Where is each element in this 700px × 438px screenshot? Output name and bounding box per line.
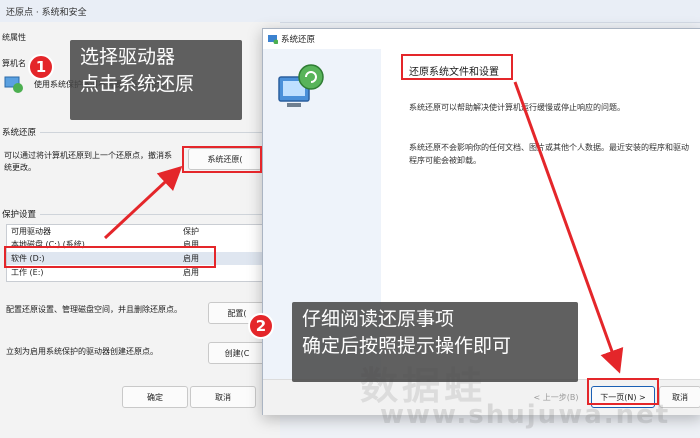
step1-badge: 1 [28, 54, 54, 80]
step2-line2: 确定后按照提示操作即可 [302, 335, 512, 357]
step1-line2: 点击系统还原 [80, 73, 195, 95]
arrow-to-restore-button [103, 165, 183, 240]
step1-line1: 选择驱动器 [80, 46, 176, 68]
step1-callout: 选择驱动器 点击系统还原 [70, 40, 242, 120]
step2-badge: 2 [248, 313, 274, 339]
step2-callout: 仔细阅读还原事项 确定后按照提示操作即可 [292, 302, 578, 382]
step2-line1: 仔细阅读还原事项 [302, 308, 455, 330]
